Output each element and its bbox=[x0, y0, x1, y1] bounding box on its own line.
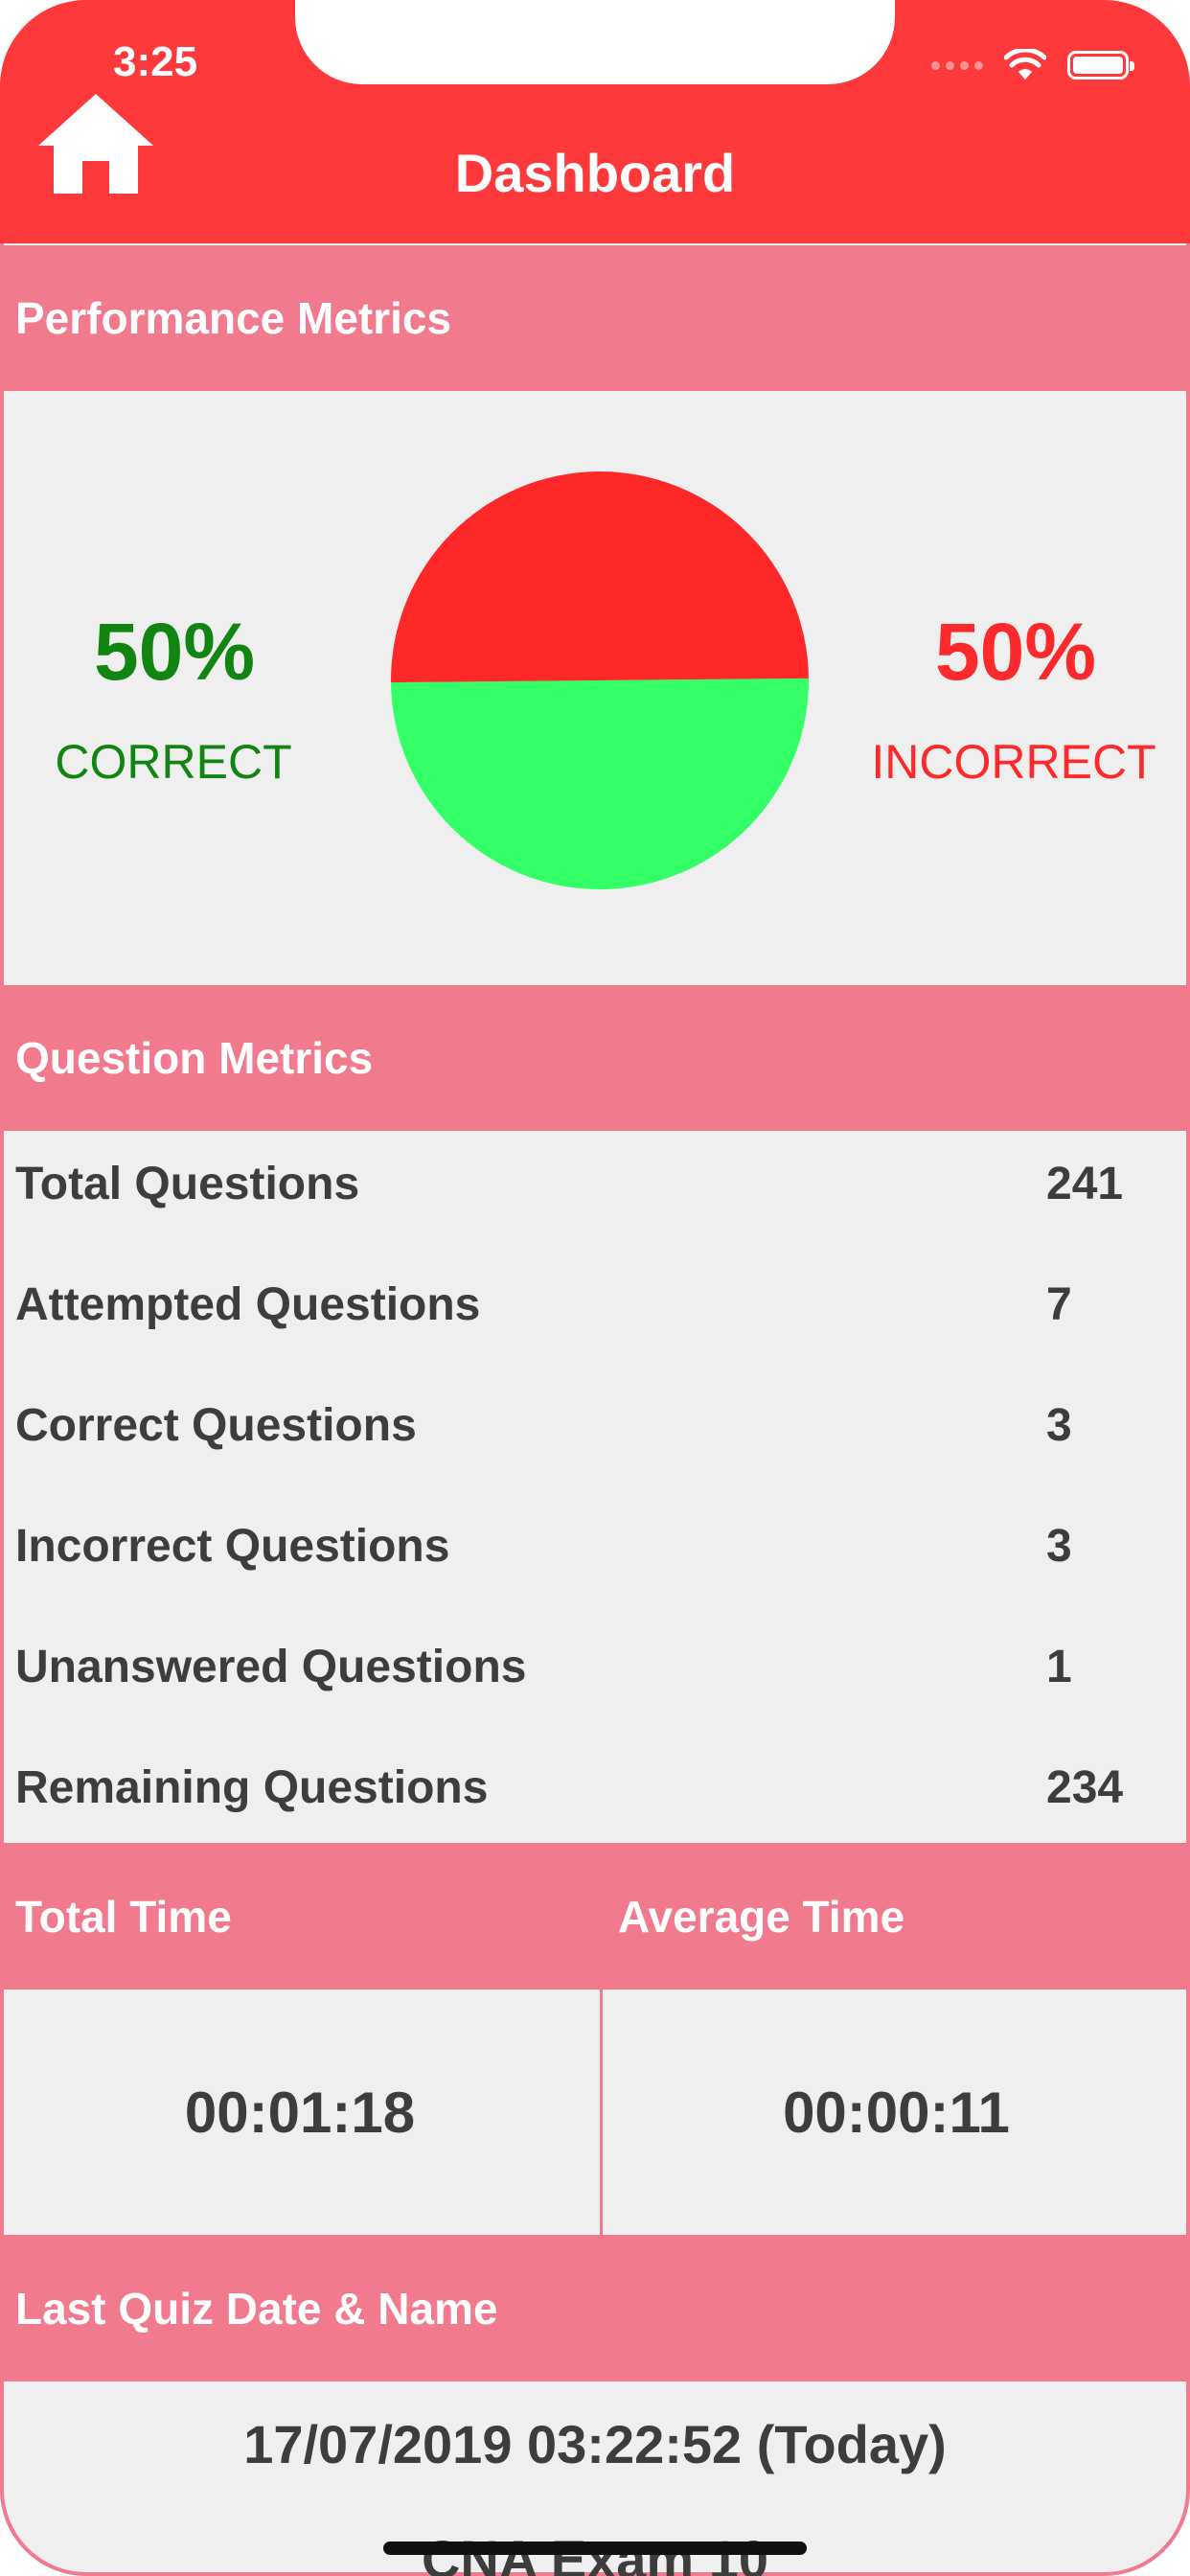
metric-label: Remaining Questions bbox=[15, 1762, 489, 1813]
incorrect-label: INCORRECT bbox=[871, 735, 1156, 789]
correct-label: CORRECT bbox=[55, 735, 292, 789]
metric-value: 3 bbox=[1046, 1400, 1072, 1451]
status-time: 3:25 bbox=[113, 38, 198, 85]
metric-row: Attempted Questions 7 bbox=[0, 1252, 1190, 1372]
device-notch bbox=[295, 0, 895, 84]
battery-icon bbox=[1067, 51, 1134, 80]
metric-label: Correct Questions bbox=[15, 1400, 417, 1451]
metric-value: 234 bbox=[1046, 1762, 1124, 1813]
metric-label: Total Questions bbox=[15, 1159, 360, 1209]
metric-label: Attempted Questions bbox=[15, 1279, 481, 1330]
question-metrics-header: Question Metrics bbox=[0, 985, 1190, 1131]
metric-row: Incorrect Questions 3 bbox=[0, 1493, 1190, 1614]
performance-metrics-header: Performance Metrics bbox=[0, 245, 1190, 391]
total-time-value: 00:01:18 bbox=[184, 2080, 416, 2145]
last-quiz-date: 17/07/2019 03:22:52 (Today) bbox=[243, 2414, 947, 2474]
metric-row: Remaining Questions 234 bbox=[0, 1735, 1190, 1855]
correct-percent: 50% bbox=[93, 607, 256, 697]
average-time-header: Average Time bbox=[603, 1843, 1190, 1990]
metric-value: 241 bbox=[1046, 1159, 1124, 1209]
metric-value: 3 bbox=[1046, 1521, 1072, 1572]
metric-row: Correct Questions 3 bbox=[0, 1372, 1190, 1493]
metric-label: Unanswered Questions bbox=[15, 1642, 527, 1692]
navigation-bar: 3:25 Dashboard bbox=[0, 0, 1190, 243]
total-time-header: Total Time bbox=[0, 1843, 600, 1990]
signal-icon bbox=[931, 60, 983, 70]
last-quiz-header: Last Quiz Date & Name bbox=[0, 2235, 1190, 2381]
metric-row: Unanswered Questions 1 bbox=[0, 1614, 1190, 1735]
metric-value: 1 bbox=[1046, 1642, 1072, 1692]
home-indicator[interactable] bbox=[383, 2542, 807, 2555]
pie-slice-correct bbox=[391, 678, 809, 889]
performance-panel: 50% CORRECT 50% INCORRECT bbox=[0, 395, 1190, 985]
metric-value: 7 bbox=[1046, 1279, 1072, 1330]
wifi-icon bbox=[1004, 49, 1046, 80]
pie-slice-incorrect bbox=[391, 471, 809, 683]
status-icons bbox=[931, 46, 1134, 84]
average-time-value: 00:00:11 bbox=[783, 2080, 1010, 2145]
metric-label: Incorrect Questions bbox=[15, 1521, 450, 1572]
performance-pie-chart bbox=[391, 471, 809, 889]
metric-row: Total Questions 241 bbox=[0, 1131, 1190, 1252]
incorrect-percent: 50% bbox=[934, 607, 1097, 697]
page-title: Dashboard bbox=[454, 143, 736, 203]
dashboard-screen: 3:25 Dashboard Performance Metrics 50% C… bbox=[0, 0, 1190, 2576]
